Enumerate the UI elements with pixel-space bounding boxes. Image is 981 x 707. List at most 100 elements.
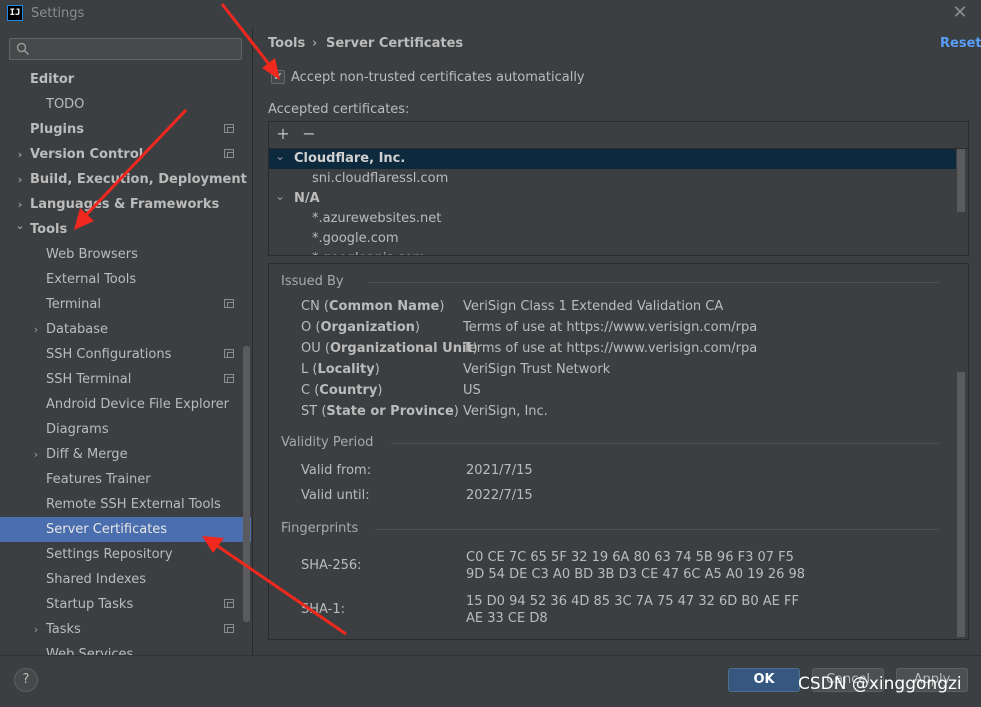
certificate-item[interactable]: sni.cloudflaressl.com (269, 169, 956, 189)
issued-by-field-value: Terms of use at https://www.verisign.com… (463, 341, 758, 356)
sidebar-item-label: SSH Terminal (46, 372, 132, 387)
ok-button[interactable]: OK (728, 668, 800, 692)
sidebar-item-ssh-configurations[interactable]: SSH Configurations (0, 342, 251, 367)
sidebar-item-label: Languages & Frameworks (30, 197, 220, 212)
sidebar-item-label: Startup Tasks (46, 597, 134, 612)
chevron-right-icon[interactable]: › (14, 167, 26, 192)
intellij-logo-icon: IJ (7, 5, 23, 21)
issued-by-field-label: C (Country) (301, 383, 382, 398)
issued-by-field-label: L (Locality) (301, 362, 380, 377)
sidebar-item-editor[interactable]: Editor (0, 67, 251, 92)
sidebar-item-tools[interactable]: ⌄ Tools (0, 217, 251, 242)
project-settings-icon (224, 599, 234, 608)
project-settings-icon (224, 624, 234, 633)
field-label-suffix: ) (374, 362, 380, 377)
field-label-prefix: ST ( (301, 404, 327, 419)
sidebar-item-web-browsers[interactable]: Web Browsers (0, 242, 251, 267)
issued-by-field-label: OU (Organizational Unit) (301, 341, 478, 356)
field-label-suffix: ) (453, 404, 459, 419)
sidebar-item-remote-ssh-external-tools[interactable]: Remote SSH External Tools (0, 492, 251, 517)
sidebar-item-diff-merge[interactable]: › Diff & Merge (0, 442, 251, 467)
help-button[interactable]: ? (14, 668, 38, 692)
sidebar-item-label: Editor (30, 72, 75, 87)
sha1-line-2: AE 33 CE D8 (466, 611, 548, 626)
issued-by-field-value: US (463, 383, 481, 398)
sidebar-item-shared-indexes[interactable]: Shared Indexes (0, 567, 251, 592)
sidebar-item-plugins[interactable]: Plugins (0, 117, 251, 142)
sidebar-item-label: Server Certificates (46, 522, 168, 537)
sidebar-item-version-control[interactable]: › Version Control (0, 142, 251, 167)
sidebar-item-todo[interactable]: TODO (0, 92, 251, 117)
issued-by-field-label: O (Organization) (301, 320, 420, 335)
settings-content: Tools › Server Certificates Reset ✔ Acce… (253, 28, 981, 655)
field-label-prefix: OU ( (301, 341, 330, 356)
certificate-item[interactable]: *.googleapis.com (269, 249, 956, 255)
reset-link[interactable]: Reset (940, 36, 981, 51)
sidebar-scrollbar[interactable] (243, 346, 250, 622)
certificate-item[interactable]: *.azurewebsites.net (269, 209, 956, 229)
chevron-right-icon[interactable]: › (14, 142, 26, 167)
project-settings-icon (224, 149, 234, 158)
accept-untrusted-checkbox[interactable]: ✔ (271, 70, 285, 84)
accept-untrusted-label[interactable]: Accept non-trusted certificates automati… (291, 70, 585, 85)
certificate-details: Issued By CN (Common Name) VeriSign Class… (268, 263, 969, 640)
sidebar-item-external-tools[interactable]: External Tools (0, 267, 251, 292)
close-icon[interactable]: ✕ (950, 3, 970, 23)
certificate-group[interactable]: ⌄ Cloudflare, Inc. (269, 149, 956, 169)
chevron-down-icon[interactable]: ⌄ (14, 213, 26, 238)
field-label-prefix: O ( (301, 320, 321, 335)
sidebar-item-database[interactable]: › Database (0, 317, 251, 342)
sidebar-item-build-execution-deployment[interactable]: › Build, Execution, Deployment (0, 167, 251, 192)
sha1-label: SHA-1: (301, 602, 345, 617)
search-input[interactable] (9, 38, 242, 60)
remove-certificate-button[interactable]: − (300, 124, 318, 144)
breadcrumb-parent[interactable]: Tools (268, 36, 305, 51)
sidebar-item-web-services[interactable]: Web Services (0, 642, 251, 655)
certificate-item-label: *.azurewebsites.net (312, 211, 442, 226)
add-certificate-button[interactable]: + (274, 124, 292, 144)
sidebar-item-features-trainer[interactable]: Features Trainer (0, 467, 251, 492)
chevron-right-icon[interactable]: › (30, 317, 42, 342)
field-label-name: State or Province (326, 404, 454, 419)
sidebar-item-settings-repository[interactable]: Settings Repository (0, 542, 251, 567)
chevron-down-icon[interactable]: ⌄ (275, 146, 285, 166)
field-label-name: Country (319, 383, 378, 398)
field-label-suffix: ) (439, 299, 445, 314)
chevron-down-icon[interactable]: ⌄ (275, 186, 285, 206)
sidebar-item-label: Settings Repository (46, 547, 173, 562)
certificate-group-label: N/A (294, 191, 320, 206)
chevron-right-icon[interactable]: › (30, 617, 42, 642)
valid-from-label: Valid from: (301, 463, 372, 478)
validity-divider (391, 443, 939, 444)
sidebar-item-languages-frameworks[interactable]: › Languages & Frameworks (0, 192, 251, 217)
certificate-item[interactable]: *.google.com (269, 229, 956, 249)
sidebar-item-label: Features Trainer (46, 472, 151, 487)
certificate-list-scrollbar[interactable] (957, 149, 965, 212)
sidebar-item-server-certificates[interactable]: Server Certificates (0, 517, 251, 542)
certificate-group[interactable]: ⌄ N/A (269, 189, 956, 209)
title-bar: IJ Settings ✕ (0, 0, 981, 28)
sidebar-item-startup-tasks[interactable]: Startup Tasks (0, 592, 251, 617)
sidebar-item-diagrams[interactable]: Diagrams (0, 417, 251, 442)
sidebar-item-label: Version Control (30, 147, 144, 162)
certificate-tree: ⌄ Cloudflare, Inc. sni.cloudflaressl.com ⌄ N… (269, 149, 968, 255)
field-label-prefix: CN ( (301, 299, 330, 314)
sidebar-item-ssh-terminal[interactable]: SSH Terminal (0, 367, 251, 392)
fingerprints-divider (375, 529, 939, 530)
sidebar-item-android-device-file-explorer[interactable]: Android Device File Explorer (0, 392, 251, 417)
field-label-name: Organization (320, 320, 415, 335)
field-label-suffix: ) (414, 320, 420, 335)
chevron-right-icon[interactable]: › (30, 442, 42, 467)
field-label-suffix: ) (377, 383, 383, 398)
checkmark-icon: ✔ (273, 70, 283, 83)
project-settings-icon (224, 299, 234, 308)
sidebar-item-label: Tools (30, 222, 68, 237)
details-scrollbar[interactable] (957, 372, 965, 637)
window-title: Settings (31, 6, 85, 21)
issued-by-field-label: CN (Common Name) (301, 299, 444, 314)
sidebar-item-tasks[interactable]: › Tasks (0, 617, 251, 642)
field-label-name: Common Name (329, 299, 440, 314)
sidebar-item-label: Web Browsers (46, 247, 138, 262)
issued-by-field-value: Terms of use at https://www.verisign.com… (463, 320, 758, 335)
sidebar-item-terminal[interactable]: Terminal (0, 292, 251, 317)
